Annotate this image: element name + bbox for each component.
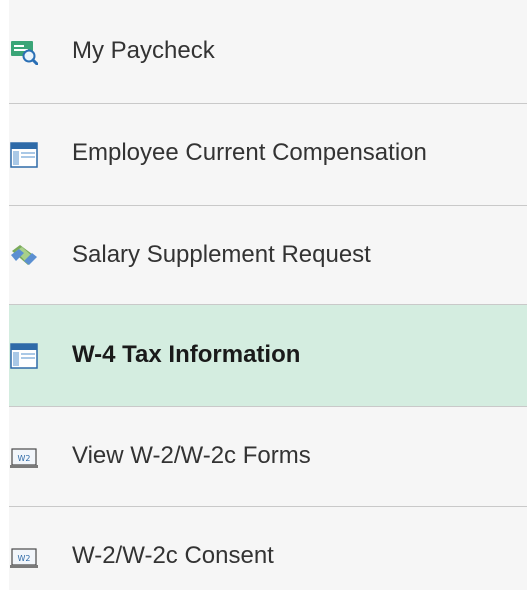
menu-item-label: Employee Current Compensation — [72, 139, 427, 166]
page-window-icon — [10, 342, 38, 370]
paycheck-search-icon — [10, 37, 38, 65]
menu-item-salary-supplement-request[interactable]: Salary Supplement Request — [9, 206, 527, 304]
navigation-menu: My Paycheck Employee Current Compensatio… — [9, 0, 527, 590]
page-window-icon — [10, 141, 38, 169]
menu-item-w4-tax-information[interactable]: W-4 Tax Information — [9, 305, 527, 406]
menu-item-label: View W-2/W-2c Forms — [72, 442, 311, 469]
menu-item-view-w2-forms[interactable]: W2 View W-2/W-2c Forms — [9, 407, 527, 506]
menu-item-label: My Paycheck — [72, 37, 215, 64]
w2-form-icon: W2 — [10, 543, 38, 571]
menu-item-label: Salary Supplement Request — [72, 241, 371, 268]
menu-item-w2-consent[interactable]: W2 W-2/W-2c Consent — [9, 507, 527, 590]
menu-item-my-paycheck[interactable]: My Paycheck — [9, 0, 527, 103]
svg-text:W2: W2 — [18, 454, 31, 463]
menu-item-label: W-2/W-2c Consent — [72, 542, 274, 569]
handshake-money-icon — [10, 241, 38, 269]
w2-form-icon: W2 — [10, 443, 38, 471]
menu-item-label: W-4 Tax Information — [72, 341, 301, 368]
menu-item-employee-current-compensation[interactable]: Employee Current Compensation — [9, 104, 527, 205]
svg-text:W2: W2 — [18, 554, 31, 563]
